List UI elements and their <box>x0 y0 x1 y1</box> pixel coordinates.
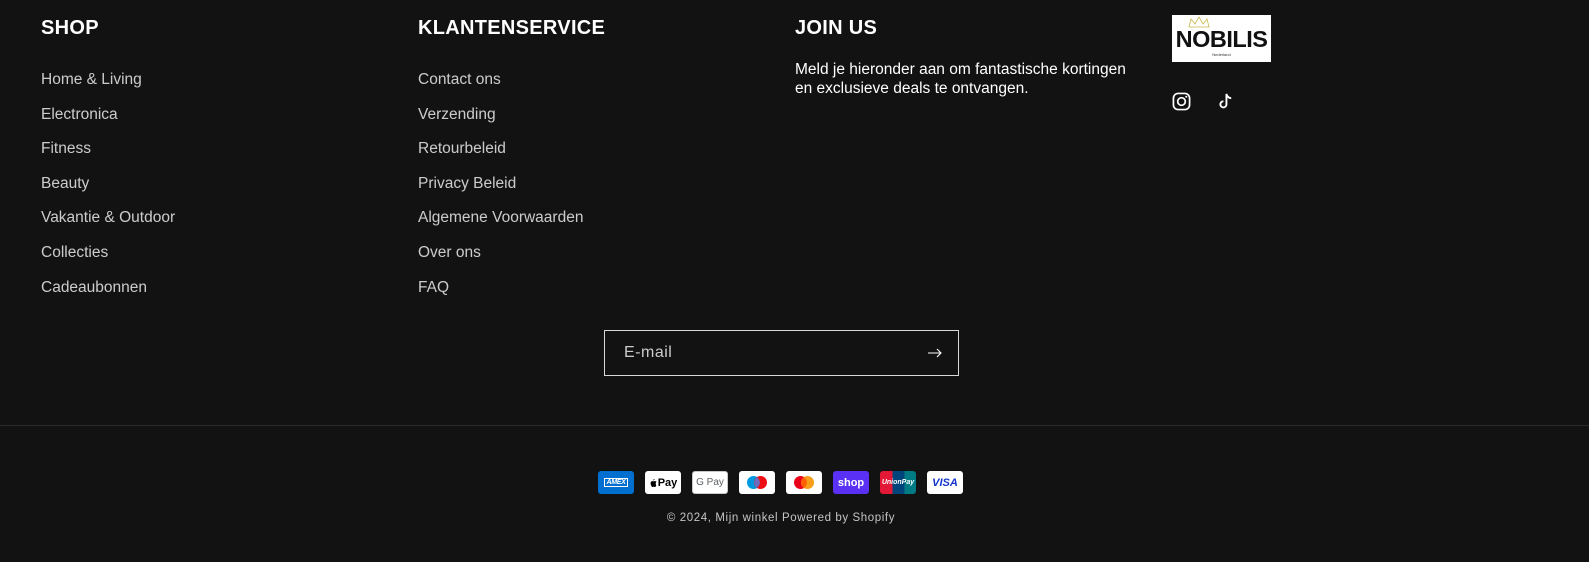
list-item: Electronica <box>41 105 175 140</box>
brand-logo[interactable]: NOBILIS Nederland <box>1172 15 1271 62</box>
mastercard-icon <box>786 471 822 494</box>
footer-divider <box>0 425 1589 426</box>
list-item: Privacy Beleid <box>418 174 605 209</box>
copyright-prefix: © 2024, <box>666 512 716 524</box>
store-link[interactable]: Mijn winkel <box>715 512 778 524</box>
link-retourbeleid[interactable]: Retourbeleid <box>418 140 506 157</box>
google-pay-icon: G Pay <box>692 471 728 494</box>
social-links <box>1172 92 1271 111</box>
shop-heading: SHOP <box>41 17 99 39</box>
link-beauty[interactable]: Beauty <box>41 175 89 192</box>
link-faq[interactable]: FAQ <box>418 279 449 296</box>
list-item: Home & Living <box>41 70 175 105</box>
visa-icon: VISA <box>927 471 963 494</box>
link-collecties[interactable]: Collecties <box>41 244 108 261</box>
list-item: Fitness <box>41 139 175 174</box>
apple-pay-icon: Pay <box>645 471 681 494</box>
link-contact-ons[interactable]: Contact ons <box>418 71 501 88</box>
payment-icons: AMEX Pay G Pay shop UnionPay VISA <box>598 471 963 494</box>
footer-service-column: KLANTENSERVICE Contact ons Verzending Re… <box>418 15 605 312</box>
link-cadeaubonnen[interactable]: Cadeaubonnen <box>41 279 147 296</box>
shop-links: Home & Living Electronica Fitness Beauty… <box>41 70 175 312</box>
list-item: Beauty <box>41 174 175 209</box>
unionpay-icon: UnionPay <box>880 471 916 494</box>
tiktok-icon[interactable] <box>1216 92 1235 111</box>
list-item: Collecties <box>41 243 175 278</box>
logo-wordmark: NOBILIS <box>1175 26 1268 52</box>
footer-brand-column: NOBILIS Nederland <box>1172 15 1271 111</box>
link-fitness[interactable]: Fitness <box>41 140 91 157</box>
link-electronica[interactable]: Electronica <box>41 106 118 123</box>
join-heading: JOIN US <box>795 17 878 39</box>
list-item: FAQ <box>418 278 605 313</box>
service-links: Contact ons Verzending Retourbeleid Priv… <box>418 70 605 312</box>
link-home-living[interactable]: Home & Living <box>41 71 142 88</box>
join-text: Meld je hieronder aan om fantastische ko… <box>795 61 1126 97</box>
shop-pay-icon: shop <box>833 471 869 494</box>
footer-shop-column: SHOP Home & Living Electronica Fitness B… <box>41 15 175 312</box>
copyright: © 2024, Mijn winkel Powered by Shopify <box>0 512 1562 524</box>
link-vakantie-outdoor[interactable]: Vakantie & Outdoor <box>41 209 175 226</box>
link-over-ons[interactable]: Over ons <box>418 244 481 261</box>
list-item: Verzending <box>418 105 605 140</box>
footer-join-column: JOIN US Meld je hieronder aan om fantast… <box>795 15 1145 98</box>
list-item: Algemene Voorwaarden <box>418 208 605 243</box>
newsletter-form <box>604 330 959 376</box>
link-algemene-voorwaarden[interactable]: Algemene Voorwaarden <box>418 209 583 226</box>
service-heading: KLANTENSERVICE <box>418 17 606 39</box>
amex-icon: AMEX <box>598 471 634 494</box>
link-verzending[interactable]: Verzending <box>418 106 496 123</box>
powered-by-link[interactable]: Powered by Shopify <box>782 512 895 524</box>
list-item: Retourbeleid <box>418 139 605 174</box>
list-item: Cadeaubonnen <box>41 278 175 313</box>
list-item: Contact ons <box>418 70 605 105</box>
list-item: Over ons <box>418 243 605 278</box>
list-item: Vakantie & Outdoor <box>41 208 175 243</box>
instagram-icon[interactable] <box>1172 92 1191 111</box>
email-input[interactable] <box>605 331 924 375</box>
logo-subtext: Nederland <box>1212 52 1231 57</box>
arrow-right-icon[interactable] <box>926 344 944 362</box>
link-privacy-beleid[interactable]: Privacy Beleid <box>418 175 516 192</box>
maestro-icon <box>739 471 775 494</box>
